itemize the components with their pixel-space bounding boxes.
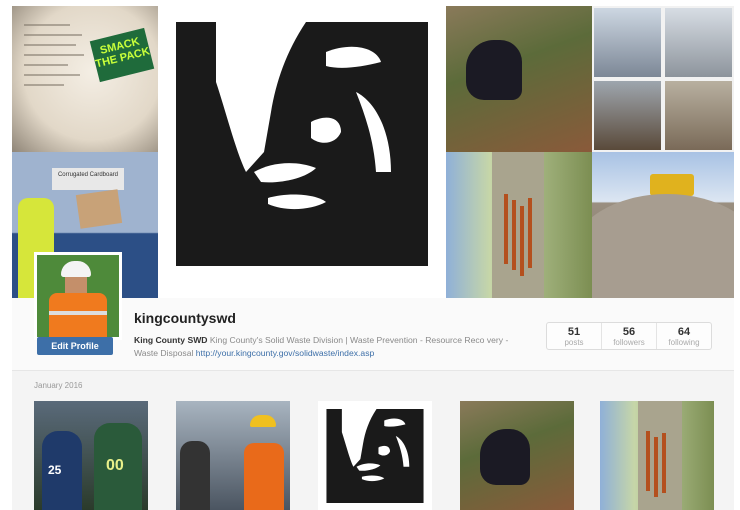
- profile-header: Edit Profile kingcountyswd King County S…: [12, 252, 734, 370]
- hero-tile-gravel-pile[interactable]: [592, 152, 734, 298]
- stat-followers[interactable]: 56 followers: [601, 323, 656, 349]
- edit-profile-button[interactable]: Edit Profile: [37, 337, 113, 355]
- stat-following-count: 64: [677, 326, 691, 338]
- avatar[interactable]: [34, 252, 122, 340]
- stat-following[interactable]: 64 following: [656, 323, 711, 349]
- stats-bar: 51 posts 56 followers 64 following: [546, 322, 712, 350]
- hero-tile-tree[interactable]: [446, 152, 592, 298]
- stat-posts-label: posts: [564, 338, 584, 347]
- post-thumb-bear[interactable]: [460, 401, 574, 510]
- post-feed: January 2016 25 00: [12, 370, 734, 510]
- stat-followers-count: 56: [622, 326, 636, 338]
- post-thumb-tree[interactable]: [600, 401, 714, 510]
- post-thumb-worker[interactable]: [176, 401, 290, 510]
- post-thumb-face-logo[interactable]: [318, 401, 432, 510]
- bio-name: King County SWD: [134, 335, 208, 345]
- face-logo-icon: [326, 409, 424, 503]
- post-thumb-football[interactable]: 25 00: [34, 401, 148, 510]
- sign-text: Corrugated Cardboard: [52, 168, 124, 190]
- stat-following-label: following: [668, 338, 700, 347]
- stat-posts[interactable]: 51 posts: [547, 323, 601, 349]
- stat-posts-count: 51: [567, 326, 581, 338]
- hero-tile-facility-collage[interactable]: [592, 6, 734, 152]
- hero-tile-whiteboard[interactable]: SMACK THE PACK: [12, 6, 158, 152]
- bio: King County SWD King County's Solid Wast…: [134, 334, 526, 360]
- face-logo-icon: [176, 22, 428, 266]
- hero-tile-bear[interactable]: [446, 6, 592, 152]
- stat-followers-label: followers: [613, 338, 645, 347]
- website-link[interactable]: http://your.kingcounty.gov/solidwaste/in…: [196, 348, 375, 358]
- sticker-text: SMACK THE PACK: [89, 27, 155, 83]
- month-label: January 2016: [34, 381, 83, 390]
- hero-tile-face-logo[interactable]: [158, 6, 446, 298]
- username: kingcountyswd: [134, 310, 236, 326]
- profile-page: SMACK THE PACK Corrugated Cardboard Edit…: [12, 6, 734, 510]
